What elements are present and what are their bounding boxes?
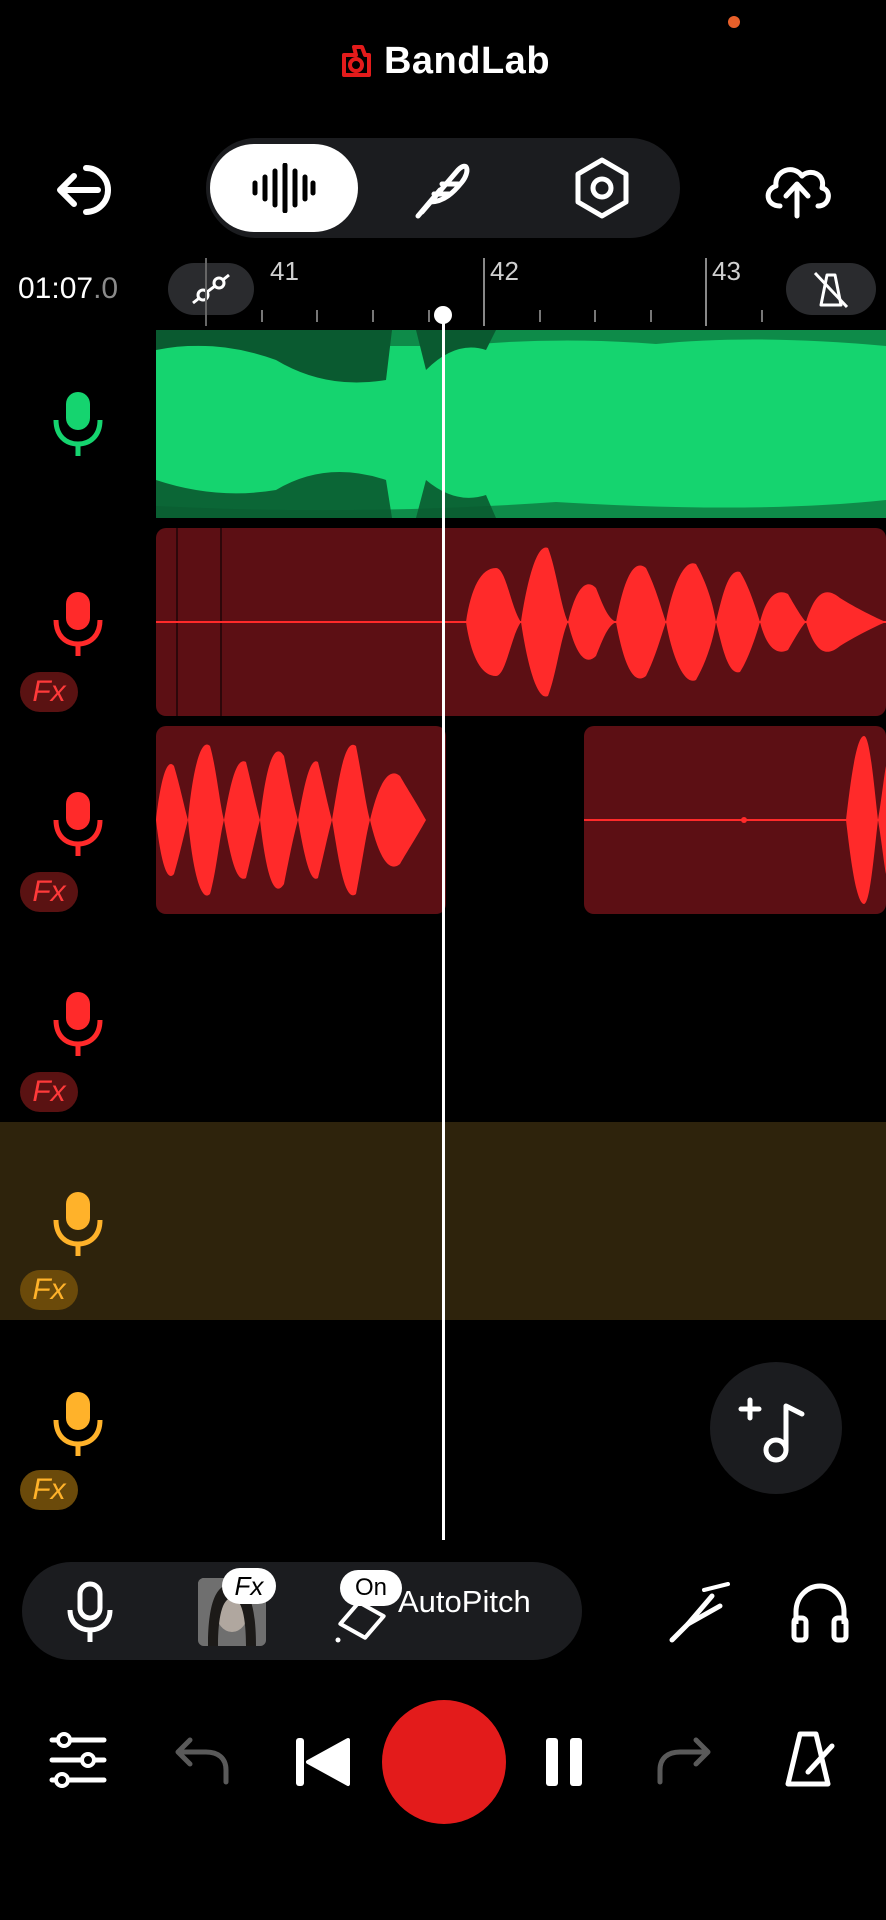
brand-name: BandLab [383, 39, 551, 82]
fx-badge[interactable]: Fx [222, 1568, 276, 1604]
time-decimal: .0 [93, 272, 119, 305]
microphone-icon[interactable] [48, 1388, 108, 1458]
input-mic-button[interactable] [62, 1580, 118, 1649]
microphone-icon[interactable] [48, 988, 108, 1058]
bar-number: 43 [712, 256, 741, 286]
microphone-icon[interactable] [48, 1188, 108, 1258]
mixer-button[interactable] [48, 1730, 108, 1797]
add-track-button[interactable] [710, 1362, 842, 1494]
time-main: 01:07 [18, 272, 94, 305]
timeline-ruler[interactable] [156, 250, 786, 326]
track-fx-badge[interactable]: Fx [20, 1470, 78, 1510]
track-fx-badge[interactable]: Fx [20, 1072, 78, 1112]
tab-lyrics[interactable] [392, 150, 492, 226]
feather-icon [415, 163, 470, 219]
microphone-icon [67, 1581, 113, 1642]
monitor-button[interactable] [788, 1580, 852, 1649]
skip-back-button[interactable] [292, 1734, 354, 1795]
time-readout: 01:07.0 [18, 272, 118, 306]
bandlab-logo-icon [341, 45, 371, 77]
waveform-icon [252, 163, 316, 213]
cloud-upload-icon [765, 167, 831, 219]
app-header: BandLab [0, 38, 886, 84]
tuning-fork-icon [669, 1582, 730, 1643]
metronome-off-button[interactable] [786, 263, 876, 315]
autopitch-on-badge[interactable]: On [340, 1570, 402, 1606]
audio-region-green[interactable] [156, 330, 886, 518]
effect-name[interactable]: AutoPitch [398, 1584, 531, 1620]
hexagon-settings-icon [575, 157, 629, 219]
headphones-icon [791, 1583, 849, 1643]
sliders-icon [49, 1732, 107, 1788]
tab-settings[interactable] [552, 150, 652, 226]
microphone-icon[interactable] [48, 788, 108, 858]
tab-tracks[interactable] [234, 150, 334, 226]
metronome-icon [785, 1731, 835, 1787]
playhead[interactable] [442, 310, 445, 1540]
upload-button[interactable] [760, 156, 834, 220]
skip-back-icon [296, 1738, 350, 1786]
record-button[interactable] [382, 1700, 506, 1824]
exit-button[interactable] [56, 160, 126, 220]
audio-region-red[interactable] [156, 528, 886, 716]
track-fx-badge[interactable]: Fx [20, 1270, 78, 1310]
bar-number: 42 [490, 256, 519, 286]
notification-dot [728, 16, 740, 28]
pause-button[interactable] [544, 1736, 584, 1793]
exit-icon [57, 165, 111, 215]
undo-button[interactable] [170, 1736, 230, 1791]
metronome-off-icon [813, 271, 849, 309]
redo-icon [657, 1737, 711, 1785]
metronome-button[interactable] [778, 1728, 838, 1795]
bar-number: 41 [270, 256, 299, 286]
pause-icon [546, 1738, 582, 1786]
add-music-icon [738, 1397, 805, 1463]
playhead-handle[interactable] [434, 306, 452, 324]
undo-icon [175, 1737, 229, 1785]
track-fx-badge[interactable]: Fx [20, 672, 78, 712]
tuner-button[interactable] [664, 1582, 734, 1651]
microphone-icon[interactable] [48, 388, 108, 458]
microphone-icon[interactable] [48, 588, 108, 658]
redo-button[interactable] [656, 1736, 716, 1791]
track-fx-badge[interactable]: Fx [20, 872, 78, 912]
audio-region-red[interactable] [156, 726, 886, 914]
